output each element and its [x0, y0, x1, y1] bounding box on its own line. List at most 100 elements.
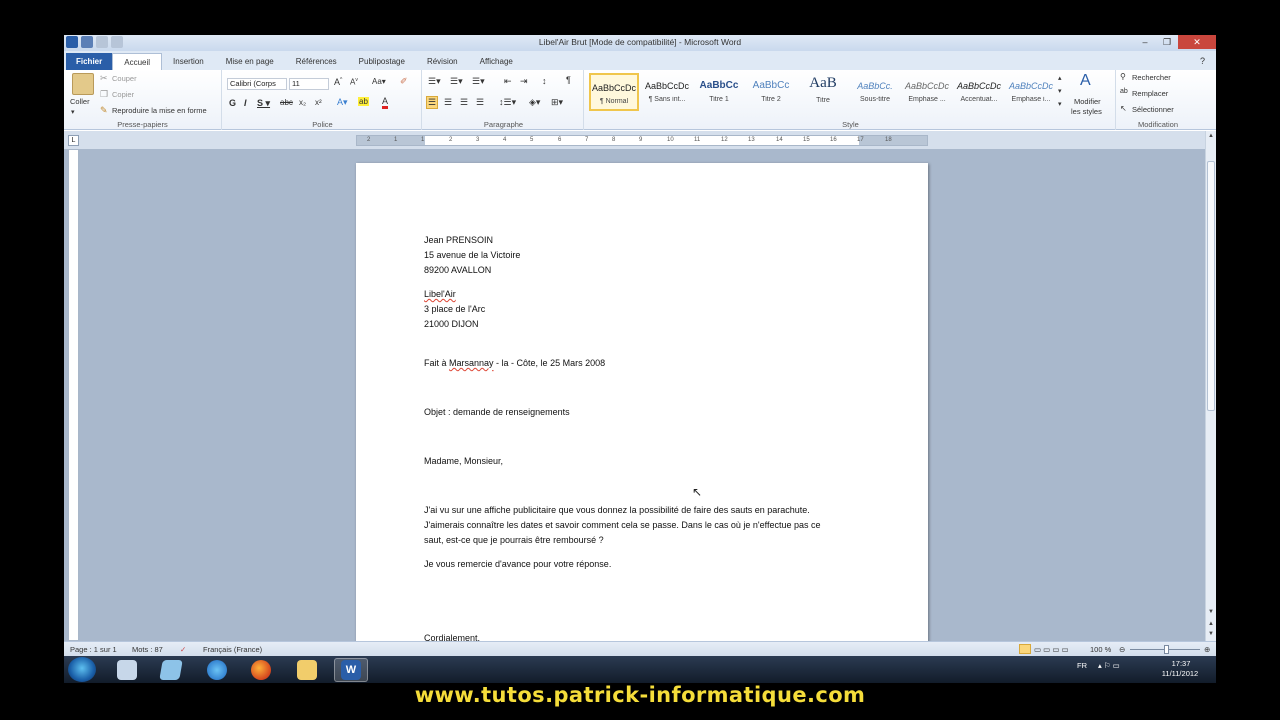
format-painter-label[interactable]: Reproduire la mise en forme [112, 106, 207, 115]
tab-fichier[interactable]: Fichier [66, 53, 113, 70]
zoom-level[interactable]: 100 % [1090, 645, 1111, 654]
superscript-icon[interactable]: x² [315, 98, 322, 107]
document-page[interactable]: Jean PRENSOIN 15 avenue de la Victoire 8… [356, 163, 928, 641]
tab-revision[interactable]: Révision [416, 53, 469, 70]
text-effects-icon[interactable]: A▾ [337, 97, 348, 108]
numbering-icon[interactable]: ☰▾ [450, 76, 463, 87]
modify-styles-label-2[interactable]: les styles [1071, 107, 1102, 116]
print-layout-icon[interactable] [1019, 644, 1031, 654]
style-titre-1[interactable]: AaBbCc Titre 1 [694, 73, 744, 111]
copy-label[interactable]: Copier [112, 90, 134, 99]
pilcrow-icon[interactable]: ¶ [566, 75, 571, 85]
tab-accueil[interactable]: Accueil [112, 53, 163, 70]
proofing-icon[interactable]: ✓ [180, 645, 186, 654]
clock-date[interactable]: 11/11/2012 [1154, 669, 1206, 678]
notepad-app-icon[interactable] [154, 658, 188, 682]
minimize-button[interactable]: – [1134, 35, 1156, 49]
body-line[interactable]: J'aimerais connaître les dates et savoir… [424, 520, 820, 530]
page-count[interactable]: Page : 1 sur 1 [70, 645, 117, 654]
tab-publipostage[interactable]: Publipostage [348, 53, 416, 70]
maximize-button[interactable]: ❐ [1156, 35, 1178, 49]
help-icon[interactable]: ? [1189, 53, 1216, 70]
find-label[interactable]: Rechercher [1132, 73, 1171, 82]
paste-label[interactable]: Coller [70, 97, 90, 106]
prev-page-icon[interactable]: ▲ [1207, 621, 1215, 627]
date-line[interactable]: Fait à Marsannay - la - Côte, le 25 Mars… [424, 358, 605, 368]
sender-name[interactable]: Jean PRENSOIN [424, 235, 493, 245]
tab-mise-en-page[interactable]: Mise en page [215, 53, 285, 70]
scroll-up-icon[interactable]: ▲ [1207, 133, 1215, 139]
font-name-combo[interactable]: Calibri (Corps [227, 78, 287, 90]
horizontal-ruler[interactable]: 2 1 1 2 3 4 5 6 7 8 9 10 11 12 13 14 15 16 17 18 [356, 135, 928, 146]
zoom-out-icon[interactable]: ⊖ [1119, 645, 1125, 654]
borders-icon[interactable]: ⊞▾ [551, 97, 563, 108]
italic-icon[interactable]: I [244, 98, 247, 108]
scroll-thumb[interactable] [1207, 161, 1215, 411]
sort-icon[interactable]: ↕ [542, 76, 547, 86]
increase-indent-icon[interactable]: ⇥ [520, 76, 528, 87]
bold-icon[interactable]: G [229, 98, 236, 108]
recipient-city[interactable]: 21000 DIJON [424, 319, 479, 329]
replace-label[interactable]: Remplacer [1132, 89, 1168, 98]
line-spacing-icon[interactable]: ↕☰▾ [499, 97, 516, 108]
change-styles-icon[interactable]: A [1080, 72, 1091, 90]
clear-format-icon[interactable]: ✐ [400, 76, 408, 87]
language[interactable]: Français (France) [203, 645, 262, 654]
tab-affichage[interactable]: Affichage [469, 53, 524, 70]
subject-line[interactable]: Objet : demande de renseignements [424, 407, 570, 417]
calculator-app-icon[interactable] [110, 658, 144, 682]
closing-line[interactable]: Cordialement. [424, 633, 480, 641]
decrease-indent-icon[interactable]: ⇤ [504, 76, 512, 87]
subscript-icon[interactable]: x₂ [299, 98, 306, 107]
sender-street[interactable]: 15 avenue de la Victoire [424, 250, 520, 260]
recipient-name[interactable]: Libel'Air [424, 289, 456, 299]
modify-styles-label-1[interactable]: Modifier [1074, 97, 1101, 106]
bullets-icon[interactable]: ☰▾ [428, 76, 441, 87]
cut-label[interactable]: Couper [112, 74, 137, 83]
zoom-in-icon[interactable]: ⊕ [1204, 645, 1210, 654]
greeting-line[interactable]: Madame, Monsieur, [424, 456, 503, 466]
clock-time[interactable]: 17:37 [1161, 659, 1201, 668]
select-label[interactable]: Sélectionner [1132, 105, 1174, 114]
vertical-scrollbar[interactable]: ▲ ▼ ▲ ▼ [1205, 131, 1216, 641]
style-emphase[interactable]: AaBbCcDc Emphase ... [902, 73, 952, 111]
explorer-folder-icon[interactable] [290, 658, 324, 682]
shading-icon[interactable]: ◈▾ [529, 97, 540, 108]
paste-icon[interactable] [72, 73, 94, 95]
font-size-combo[interactable]: 11 [289, 78, 329, 90]
body-line[interactable]: J'ai vu sur une affiche publicitaire que… [424, 505, 810, 515]
next-page-icon[interactable]: ▼ [1207, 631, 1215, 637]
underline-icon[interactable]: S ▾ [257, 98, 270, 109]
word-count[interactable]: Mots : 87 [132, 645, 163, 654]
word-app-icon[interactable]: W [334, 658, 368, 682]
thanks-line[interactable]: Je vous remercie d'avance pour votre rép… [424, 559, 611, 569]
start-button-icon[interactable] [68, 657, 96, 682]
tab-selector[interactable]: L [68, 135, 79, 146]
language-indicator[interactable]: FR [1077, 661, 1087, 670]
font-color-icon[interactable]: A [382, 97, 389, 109]
style-accentuation[interactable]: AaBbCcDc Accentuat... [954, 73, 1004, 111]
align-right-icon[interactable]: ☰ [460, 97, 468, 108]
grow-font-icon[interactable]: A^ [334, 77, 342, 87]
strikethrough-icon[interactable]: abc [280, 98, 293, 107]
multilevel-list-icon[interactable]: ☰▾ [472, 76, 485, 87]
chevron-down-icon[interactable]: ▾ [71, 108, 75, 116]
style-normal[interactable]: AaBbCcDc ¶ Normal [589, 73, 639, 111]
scroll-down-icon[interactable]: ▼ [1207, 609, 1215, 615]
style-titre[interactable]: AaB Titre [798, 73, 848, 111]
style-emphase-intense[interactable]: AaBbCcDc Emphase i... [1006, 73, 1056, 111]
align-left-icon[interactable]: ☰ [426, 96, 439, 109]
view-icons[interactable]: ▭ ▭ ▭ ▭ [1034, 645, 1069, 654]
styles-scroll-icon[interactable]: ▴ ▾ ▾ [1058, 72, 1062, 111]
change-case-icon[interactable]: Aa▾ [372, 77, 386, 86]
tray-icons[interactable]: ▴ ⚐ ▭ [1098, 661, 1120, 670]
sender-city[interactable]: 89200 AVALLON [424, 265, 491, 275]
align-center-icon[interactable]: ☰ [444, 97, 452, 108]
tab-references[interactable]: Références [285, 53, 348, 70]
body-line[interactable]: saut, est-ce que je pourrais être rembou… [424, 535, 604, 545]
firefox-icon[interactable] [244, 658, 278, 682]
justify-icon[interactable]: ☰ [476, 97, 484, 108]
recipient-street[interactable]: 3 place de l'Arc [424, 304, 485, 314]
style-titre-2[interactable]: AaBbCc Titre 2 [746, 73, 796, 111]
tab-insertion[interactable]: Insertion [162, 53, 215, 70]
